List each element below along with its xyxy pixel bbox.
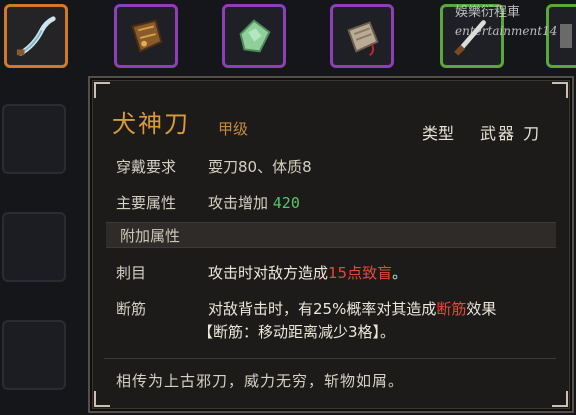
inventory-slot-4[interactable] bbox=[330, 4, 394, 68]
frame-corner bbox=[94, 391, 110, 407]
item-type-value: 武器 刀 bbox=[480, 124, 542, 143]
extra-attributes-title: 附加属性 bbox=[120, 227, 181, 245]
effect-name: 断筋 bbox=[116, 300, 147, 318]
effect-text: 效果 bbox=[466, 300, 497, 318]
effect-text: 攻击时对敌方造成 bbox=[208, 264, 329, 282]
inventory-slot-empty[interactable] bbox=[2, 104, 66, 174]
effect-highlight: 15点致盲 bbox=[328, 264, 393, 282]
item-type-label: 类型 bbox=[422, 124, 455, 143]
effect-detail: 【断筋：移动距离减少3格】。 bbox=[198, 323, 396, 341]
item-grade: 甲级 bbox=[218, 120, 249, 138]
watermark-line-1: 娛樂衍程車 bbox=[455, 5, 521, 20]
bag-icon bbox=[123, 13, 169, 59]
main-attribute-number: 420 bbox=[272, 194, 300, 212]
frame-corner bbox=[552, 391, 568, 407]
effect-description: 攻击时对敌方造成15点致盲。 bbox=[208, 262, 407, 283]
item-name: 犬神刀 bbox=[112, 110, 190, 138]
inventory-slot-empty[interactable] bbox=[2, 320, 66, 390]
frame-corner bbox=[552, 82, 568, 98]
main-attribute-label: 主要属性 bbox=[116, 194, 177, 212]
main-attribute-text: 攻击增加 bbox=[208, 194, 273, 212]
effect-name: 刺目 bbox=[116, 264, 147, 282]
effect-description: 对敌背击时，有25%概率对其造成断筋效果 bbox=[208, 298, 496, 319]
inventory-slot-3[interactable] bbox=[222, 4, 286, 68]
watermark-line-2: entertainment14 bbox=[455, 24, 558, 38]
requirement-label: 穿戴要求 bbox=[116, 158, 177, 176]
inventory-slot-2[interactable] bbox=[114, 4, 178, 68]
jade-stone-icon bbox=[231, 13, 277, 59]
item-flavor-text: 相传为上古邪刀，威力无穷，斩物如屑。 bbox=[116, 372, 405, 390]
curved-blade-icon bbox=[13, 13, 59, 59]
frame-corner bbox=[94, 82, 110, 98]
effect-highlight: 断筋 bbox=[436, 300, 467, 318]
inventory-slot-empty[interactable] bbox=[2, 212, 66, 282]
item-tooltip: 犬神刀 甲级 类型 武器 刀 穿戴要求 耍刀80、体质8 主要属性 攻击增加 4… bbox=[88, 76, 574, 413]
inventory-slot-1[interactable] bbox=[4, 4, 68, 68]
requirement-value: 耍刀80、体质8 bbox=[208, 158, 312, 176]
watermark: 娛樂衍程車 entertainment14 bbox=[455, 4, 575, 40]
effect-text: 。 bbox=[392, 264, 408, 282]
divider bbox=[104, 358, 556, 359]
main-attribute-value: 攻击增加 420 bbox=[208, 192, 300, 213]
extra-attributes-header: 附加属性 bbox=[106, 222, 556, 248]
effect-text: 对敌背击时，有25%概率对其造成 bbox=[208, 300, 437, 318]
scroll-icon bbox=[339, 13, 385, 59]
